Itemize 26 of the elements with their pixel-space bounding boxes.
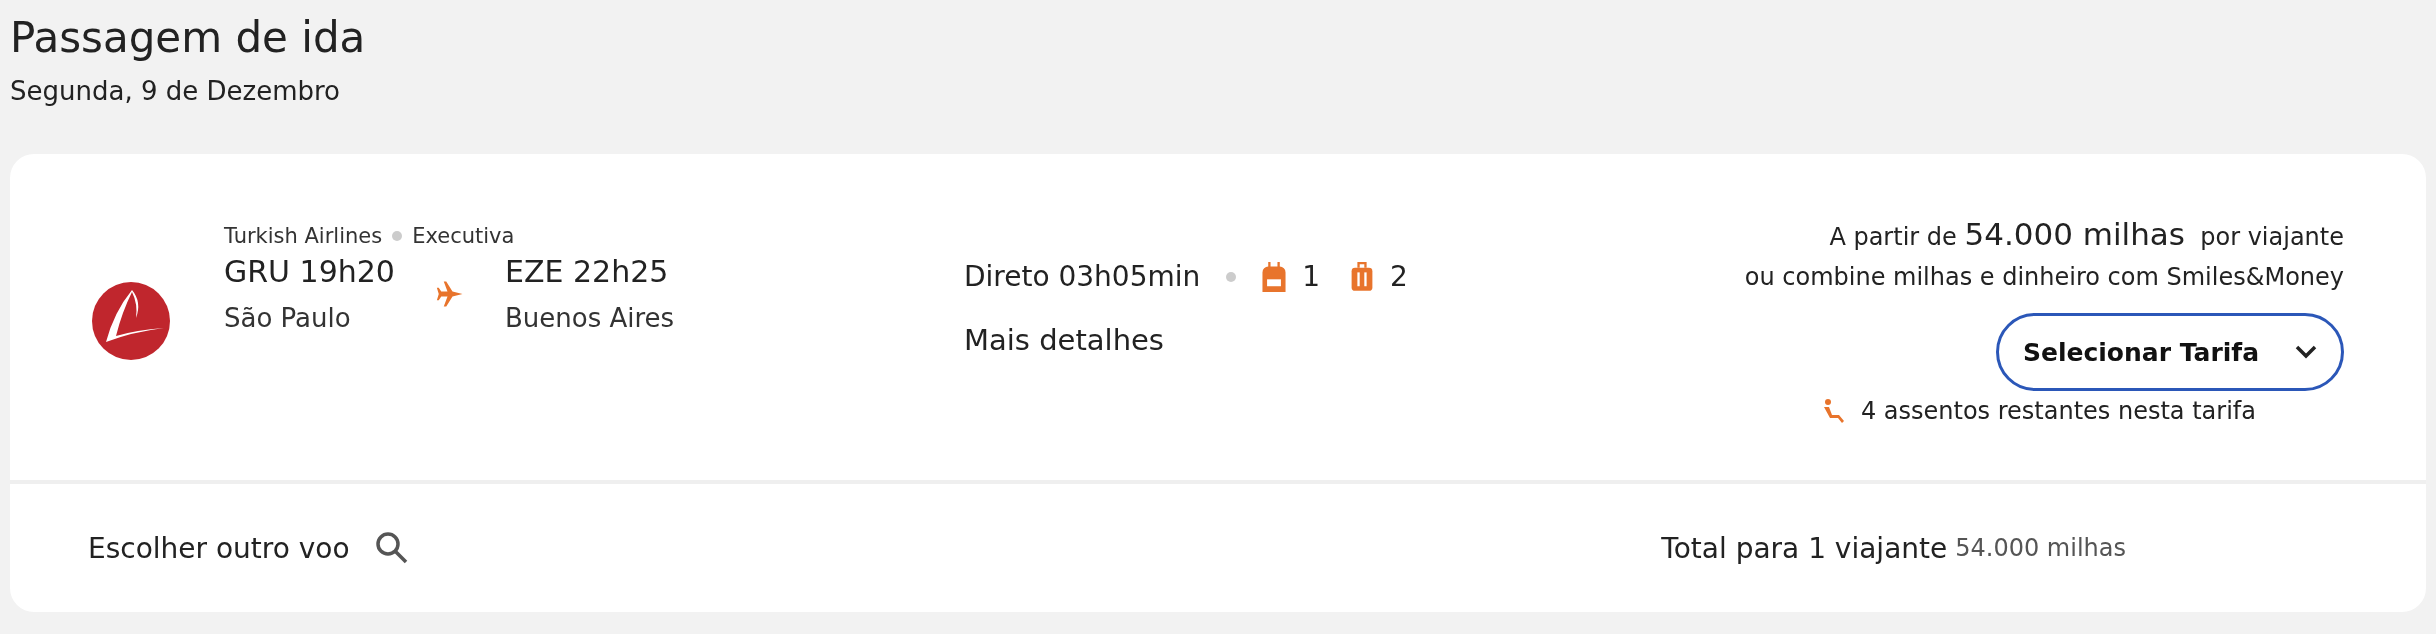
carry-on-count: 1 (1302, 260, 1321, 293)
departure-city: São Paulo (224, 303, 352, 333)
total-value: 54.000 milhas (1955, 534, 2126, 562)
arrival-city: Buenos Aires (504, 303, 675, 333)
flight-duration: Direto 03h05min (964, 260, 1201, 293)
flight-date: Segunda, 9 de Dezembro (10, 76, 341, 106)
page-title: Passagem de ida (10, 12, 367, 64)
backpack-icon (1262, 261, 1287, 292)
checked-bag-count: 2 (1390, 260, 1408, 293)
seats-remaining: 4 assentos restantes nesta tarifa (1860, 397, 2256, 425)
separator-dot (1226, 271, 1237, 282)
cabin-class: Executiva (412, 224, 515, 248)
airline-name: Turkish Airlines (224, 224, 383, 248)
total-label: Total para 1 viajante (1661, 531, 1948, 565)
select-fare-button[interactable]: Selecionar Tarifa (1996, 313, 2344, 391)
price-text: A partir de 54.000 milhas por viajante (1829, 215, 2344, 254)
suitcase-icon (1350, 261, 1375, 292)
search-icon[interactable] (373, 530, 410, 566)
arrival-time: EZE 22h25 (504, 254, 670, 289)
separator-dot (392, 231, 403, 241)
chevron-down-icon (2295, 345, 2318, 359)
choose-other-flight[interactable]: Escolher outro voo (88, 531, 350, 565)
smiles-money-text: ou combine milhas e dinheiro com Smiles&Money (1744, 262, 2344, 293)
departure-time: GRU 19h20 (224, 254, 395, 289)
airline-logo-icon (92, 282, 170, 360)
details-link[interactable]: Mais detalhes (964, 323, 1704, 357)
